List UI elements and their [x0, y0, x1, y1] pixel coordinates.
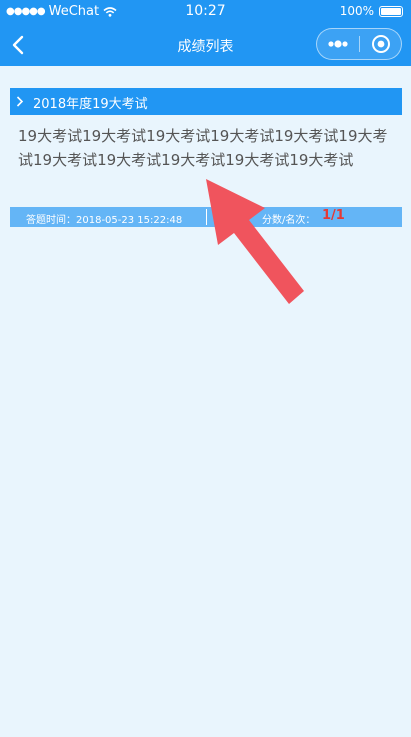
chevron-right-icon: [16, 96, 24, 107]
answer-time-label: 答题时间：: [26, 215, 76, 226]
exam-group-title: 2018年度19大考试: [33, 97, 148, 112]
exam-title[interactable]: 19大考试19大考试19大考试19大考试19大考试19大考试19大考试19大考试…: [18, 124, 400, 172]
navigation-bar: 成绩列表: [0, 24, 411, 66]
score-rank-value: 1/1: [322, 208, 345, 223]
more-icon[interactable]: [317, 29, 359, 59]
status-bar: ●●●●● WeChat 10:27 100%: [0, 0, 411, 24]
exam-group-header[interactable]: 2018年度19大考试: [10, 88, 402, 115]
annotation-arrow-icon: [206, 179, 304, 304]
close-mini-program-icon[interactable]: [360, 29, 402, 59]
status-right: 100%: [340, 4, 403, 18]
answer-time-value: 2018-05-23 15:22:48: [76, 215, 183, 226]
battery-icon: [379, 5, 403, 17]
answer-time: 答题时间：2018-05-23 15:22:48: [26, 211, 182, 226]
mini-program-capsule: [316, 28, 402, 60]
battery-percent: 100%: [339, 4, 374, 18]
